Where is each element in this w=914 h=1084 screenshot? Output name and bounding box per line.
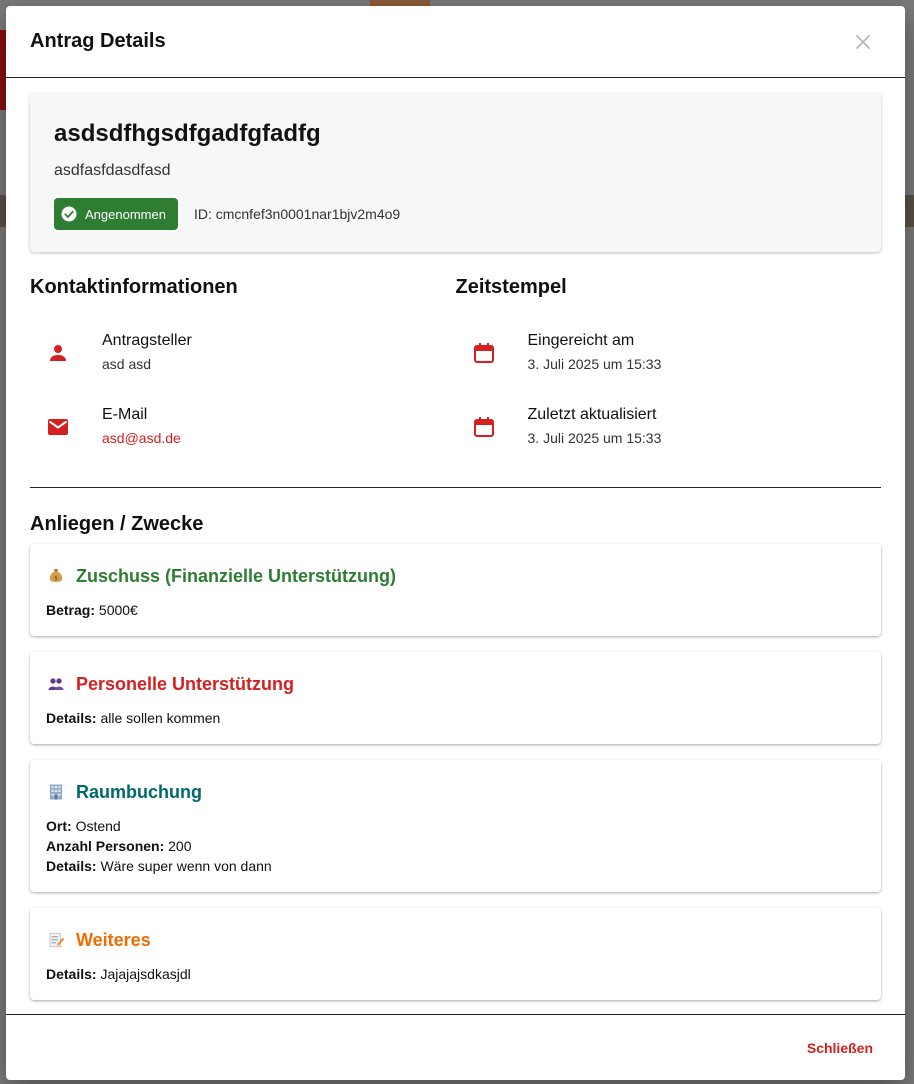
dialog-footer: Schließen [6, 1014, 905, 1080]
person-icon [50, 345, 66, 361]
contact-title: Kontaktinformationen [30, 276, 238, 298]
calendar-icon [473, 343, 494, 363]
summary-card: asdsdfhgsdfgadfgfadfg asdfasfdasdfasd An… [30, 94, 881, 252]
purpose-card-grant: $ Zuschuss (Finanzielle Unterstützung) B… [30, 544, 881, 636]
email-label: E-Mail [102, 406, 148, 423]
updated-value: 3. Juli 2025 um 15:33 [527, 430, 662, 446]
purpose-detail-row: Betrag: 5000€ [46, 602, 138, 618]
purpose-name: Personelle Unterstützung [76, 673, 295, 694]
timestamps-title: Zeitstempel [455, 276, 567, 298]
purpose-detail-row: Details: alle sollen kommen [46, 710, 221, 726]
timestamps-section: Zeitstempel Eingereicht am 3. Juli 2025 … [456, 276, 882, 467]
purpose-detail-row: Details: Wäre super wenn von dann [46, 858, 272, 874]
purpose-name: Weiteres [76, 929, 151, 950]
submitted-value: 3. Juli 2025 um 15:33 [527, 356, 662, 372]
info-columns: Kontaktinformationen Antragsteller asd a… [30, 276, 881, 467]
status-badge: Angenommen [54, 198, 178, 230]
status-label: Angenommen [85, 206, 166, 222]
list-item-email: E-Mail asd@asd.de [30, 393, 456, 467]
purpose-detail-row: Anzahl Personen: 200 [46, 838, 192, 854]
contact-list: Antragsteller asd asd E-Mail asd@asd.de [30, 319, 456, 467]
people-icon [46, 674, 66, 694]
email-link[interactable]: asd@asd.de [102, 429, 181, 447]
updated-label: Zuletzt aktualisiert [527, 406, 657, 423]
dialog-header: Antrag Details [6, 6, 905, 78]
request-title: asdsdfhgsdfgadfgfadfg [54, 120, 321, 147]
mail-icon [48, 419, 68, 435]
details-dialog: Antrag Details asdsdfhgsdfgadfgfadfg asd… [6, 6, 905, 1080]
purpose-name: Raumbuchung [76, 781, 202, 802]
list-item-applicant: Antragsteller asd asd [30, 319, 456, 393]
applicant-value: asd asd [102, 356, 152, 372]
list-item-updated: Zuletzt aktualisiert 3. Juli 2025 um 15:… [456, 393, 882, 467]
check-circle-icon [61, 206, 77, 222]
svg-text:$: $ [54, 575, 58, 582]
dialog-body: asdsdfhgsdfgadfgfadfg asdfasfdasdfasd An… [6, 78, 905, 1000]
calendar-icon [473, 417, 494, 437]
contact-section: Kontaktinformationen Antragsteller asd a… [30, 276, 456, 467]
list-item-submitted: Eingereicht am 3. Juli 2025 um 15:33 [456, 319, 882, 393]
timestamps-list: Eingereicht am 3. Juli 2025 um 15:33 Zul… [456, 319, 882, 467]
purposes-list: $ Zuschuss (Finanzielle Unterstützung) B… [30, 544, 881, 1000]
purpose-card-other: Weiteres Details: Jajajajsdkasjdl [30, 908, 881, 1000]
purposes-title: Anliegen / Zwecke [30, 513, 204, 535]
request-description: asdfasfdasdfasd [54, 162, 171, 179]
summary-meta: Angenommen ID: cmcnfef3n0001nar1bjv2m4o9 [54, 198, 857, 230]
money-bag-icon: $ [46, 566, 66, 586]
close-dialog-button[interactable]: Schließen [799, 1032, 881, 1064]
memo-icon [46, 930, 66, 950]
close-button[interactable] [847, 26, 879, 58]
submitted-label: Eingereicht am [527, 332, 635, 349]
request-id: ID: cmcnfef3n0001nar1bjv2m4o9 [193, 206, 401, 222]
applicant-label: Antragsteller [102, 332, 192, 349]
office-building-icon [46, 782, 66, 802]
purpose-detail-row: Details: Jajajajsdkasjdl [46, 966, 191, 982]
purpose-name: Zuschuss (Finanzielle Unterstützung) [76, 565, 397, 586]
purpose-card-personnel: Personelle Unterstützung Details: alle s… [30, 652, 881, 744]
purpose-detail-row: Ort: Ostend [46, 818, 121, 834]
dialog-title: Antrag Details [30, 30, 166, 52]
purpose-card-room: Raumbuchung Ort: Ostend Anzahl Personen:… [30, 760, 881, 892]
section-divider [30, 487, 881, 488]
close-icon [856, 34, 870, 49]
